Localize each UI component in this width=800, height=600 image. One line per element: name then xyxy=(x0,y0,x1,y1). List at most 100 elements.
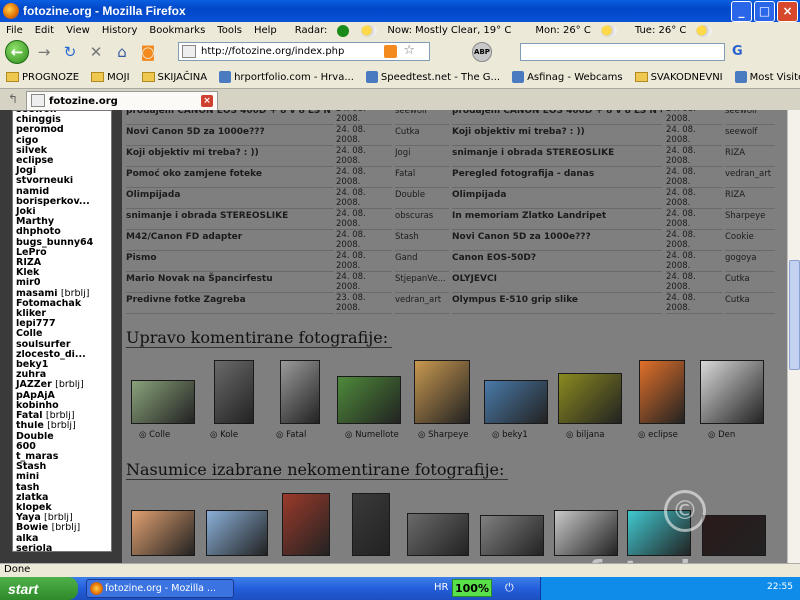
user-list-item[interactable]: Fotomachak xyxy=(13,299,111,309)
photo-thumbnail[interactable] xyxy=(131,510,195,556)
menu-tools[interactable]: Tools xyxy=(211,25,248,36)
bookmark-item[interactable]: hrportfolio.com - Hrva... xyxy=(213,71,360,83)
search-engine-button[interactable]: G xyxy=(732,44,743,59)
maximize-button[interactable]: □ xyxy=(754,0,775,22)
user-list-item[interactable]: bugs_bunny64 xyxy=(13,238,111,248)
topic-author[interactable]: StjepanVe... xyxy=(395,272,449,293)
topic-title[interactable]: Koji objektiv mi treba? : )) xyxy=(452,125,662,146)
photo-author-link[interactable]: ◎ biljana xyxy=(566,430,604,440)
user-list-item[interactable]: peromod xyxy=(13,125,111,135)
menu-view[interactable]: View xyxy=(60,25,96,36)
weather-now[interactable]: Now: Mostly Clear, 19° C xyxy=(355,24,523,37)
photo-author-link[interactable]: ◎ Den xyxy=(708,430,735,440)
menu-edit[interactable]: Edit xyxy=(29,25,60,36)
topic-author[interactable]: Cookie xyxy=(725,230,775,251)
photo-thumbnail[interactable] xyxy=(206,510,268,556)
back-button[interactable]: ← xyxy=(5,40,29,64)
photo-thumbnail[interactable] xyxy=(558,373,622,424)
bookmark-item[interactable]: SVAKODNEVNI xyxy=(629,72,729,83)
user-list-item[interactable]: Joki xyxy=(13,207,111,217)
rss-icon[interactable] xyxy=(384,45,397,58)
topic-author[interactable]: RIZA xyxy=(725,146,775,167)
forward-button[interactable]: → xyxy=(33,41,55,63)
topic-title[interactable]: snimanje i obrada STEREOSLIKE xyxy=(126,209,334,230)
photo-thumbnail[interactable] xyxy=(337,376,401,424)
user-list-item[interactable]: borisperkov... xyxy=(13,197,111,207)
user-list-item[interactable]: beky1 xyxy=(13,360,111,370)
menu-help[interactable]: Help xyxy=(248,25,283,36)
photo-thumbnail[interactable] xyxy=(639,360,685,424)
user-list-item[interactable]: zlocesto_di... xyxy=(13,350,111,360)
topic-title[interactable]: Novi Canon 5D za 1000e??? xyxy=(452,230,662,251)
topic-title[interactable]: snimanje i obrada STEREOSLIKE xyxy=(452,146,662,167)
user-list-item[interactable]: LePro xyxy=(13,248,111,258)
topic-title[interactable]: prodajem CANON EOS 400D + 8 v 8 LS N 0!! xyxy=(126,110,334,125)
stop-button[interactable]: ✕ xyxy=(85,41,107,63)
topic-title[interactable]: Olympus E-510 grip slike xyxy=(452,293,662,314)
topic-author[interactable]: Jogi xyxy=(395,146,449,167)
menu-history[interactable]: History xyxy=(96,25,144,36)
user-list-item[interactable]: chinggis xyxy=(13,115,111,125)
user-list-item[interactable]: Bowie [brblj] xyxy=(13,523,111,533)
topic-author[interactable]: vedran_art xyxy=(395,293,449,314)
topic-author[interactable]: seewolf xyxy=(725,125,775,146)
rss-feed-button[interactable]: ◙ xyxy=(137,41,159,63)
topic-author[interactable]: vedran_art xyxy=(725,167,775,188)
bookmark-item[interactable]: Most Visited xyxy=(729,71,800,83)
photo-thumbnail[interactable] xyxy=(352,493,390,556)
topic-title[interactable]: Pomoć oko zamjene foteke xyxy=(126,167,334,188)
bookmark-item[interactable]: SKIJAČINA xyxy=(136,72,214,83)
topic-author[interactable]: Gand xyxy=(395,251,449,272)
taskbar-item-firefox[interactable]: fotozine.org - Mozilla ... xyxy=(86,579,234,598)
topic-author[interactable]: Cutka xyxy=(725,272,775,293)
photo-author-link[interactable]: ◎ Fatal xyxy=(276,430,306,440)
topic-title[interactable]: OLYJEVCI xyxy=(452,272,662,293)
photo-thumbnail[interactable] xyxy=(554,510,618,556)
power-plug-icon[interactable]: ⏻ xyxy=(505,581,514,595)
user-list-item[interactable]: Colle xyxy=(13,329,111,339)
topic-title[interactable]: Koji objektiv mi treba? : )) xyxy=(126,146,334,167)
home-button[interactable]: ⌂ xyxy=(111,41,133,63)
user-list-item[interactable]: kliker xyxy=(13,309,111,319)
user-list-item[interactable]: tash xyxy=(13,483,111,493)
start-button[interactable]: start xyxy=(0,577,78,600)
user-list-item[interactable]: zuhra xyxy=(13,370,111,380)
language-indicator[interactable]: HR xyxy=(434,582,448,593)
user-list-item[interactable]: eclipse xyxy=(13,156,111,166)
photo-author-link[interactable]: ◎ eclipse xyxy=(638,430,678,440)
bookmark-item[interactable]: Asfinag - Webcams xyxy=(506,71,629,83)
photo-thumbnail[interactable] xyxy=(414,360,470,424)
user-list-item[interactable]: RIZA xyxy=(13,258,111,268)
user-list-item[interactable]: lepi777 xyxy=(13,319,111,329)
topic-author[interactable]: Double xyxy=(395,188,449,209)
address-bar[interactable]: http://fotozine.org/index.php ☆ xyxy=(178,42,430,61)
topic-author[interactable]: seewolf xyxy=(725,110,775,125)
tab-fotozine[interactable]: fotozine.org × xyxy=(26,91,218,110)
topic-title[interactable]: Mario Novak na Špancirfestu xyxy=(126,272,334,293)
bookmark-item[interactable]: Speedtest.net - The G... xyxy=(360,71,506,83)
photo-thumbnail[interactable] xyxy=(480,515,544,556)
user-list-item[interactable]: klopek xyxy=(13,503,111,513)
topic-title[interactable]: Pismo xyxy=(126,251,334,272)
topic-author[interactable]: gogoya xyxy=(725,251,775,272)
user-list-item[interactable]: dhphoto xyxy=(13,227,111,237)
user-list-item[interactable]: alka xyxy=(13,534,111,544)
user-list-item[interactable]: silvek xyxy=(13,146,111,156)
user-list-item[interactable]: seriola xyxy=(13,544,111,551)
user-list-item[interactable]: 600 xyxy=(13,442,111,452)
user-list-item[interactable]: Double xyxy=(13,432,111,442)
photo-thumbnail[interactable] xyxy=(214,360,254,424)
photo-author-link[interactable]: ◎ beky1 xyxy=(492,430,528,440)
photo-thumbnail[interactable] xyxy=(407,513,469,556)
topic-author[interactable]: Cutka xyxy=(725,293,775,314)
user-list-item[interactable]: stvorneuki xyxy=(13,176,111,186)
topic-author[interactable]: obscuras xyxy=(395,209,449,230)
user-list-item[interactable]: namid xyxy=(13,187,111,197)
user-list-item[interactable]: thule [brblj] xyxy=(13,421,111,431)
photo-author-link[interactable]: ◎ Sharpeye xyxy=(418,430,469,440)
photo-thumbnail[interactable] xyxy=(700,360,764,424)
user-list-item[interactable]: mini xyxy=(13,472,111,482)
user-list-item[interactable]: Jogi xyxy=(13,166,111,176)
close-button[interactable]: × xyxy=(777,0,798,22)
photo-thumbnail[interactable] xyxy=(484,380,548,424)
